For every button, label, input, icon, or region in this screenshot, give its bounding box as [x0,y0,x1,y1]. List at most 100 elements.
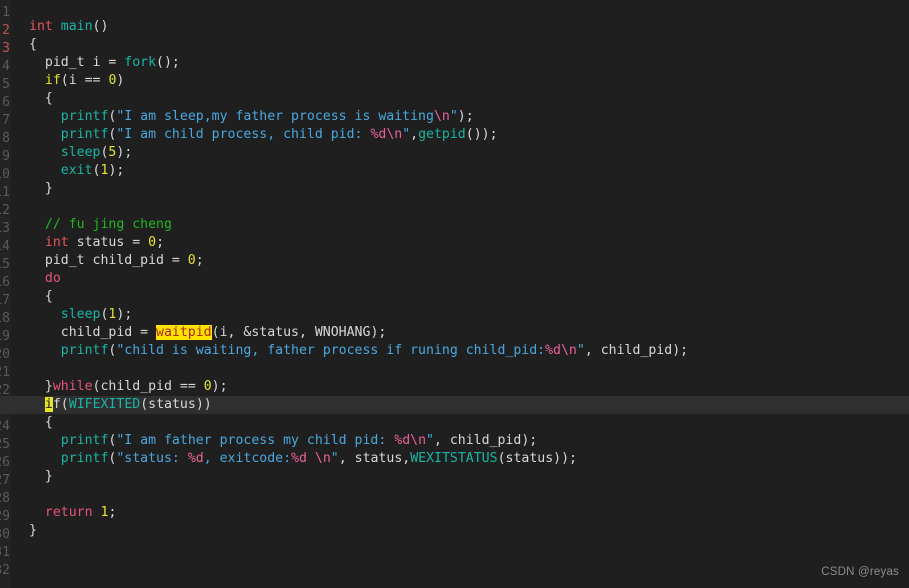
code-line[interactable]: pid_t child_pid = 0; [11,252,909,270]
code-line[interactable]: printf ("status: %d, exitcode:%d \n", sta… [11,450,909,468]
code-token: %d [187,451,204,466]
code-line[interactable]: { [11,414,909,432]
code-line[interactable] [11,198,909,216]
code-line-current[interactable]: if(WIFEXITED(status)) [0,396,909,414]
code-token: printf [60,109,109,124]
code-line[interactable]: int status = 0; [11,234,909,252]
code-line[interactable]: } [11,468,909,486]
code-token: pid_t i = [29,55,125,70]
code-line[interactable]: printf("I am sleep,my father process is … [11,108,909,126]
code-token: ); [116,307,133,322]
code-line[interactable]: sleep(5); [11,144,909,162]
code-token: 0 [187,253,196,268]
code-line[interactable]: printf("I am father process my child pid… [11,432,909,450]
code-token: " [402,127,411,142]
code-token: \n [433,109,450,124]
code-line[interactable]: // fu jing cheng [11,216,909,234]
watermark-label: CSDN @reyas [821,566,899,578]
code-token: ); [108,163,125,178]
code-line[interactable]: { [11,36,909,54]
line-number: 15 [0,257,10,272]
code-token: %d [291,451,307,466]
code-token: { [29,37,37,52]
line-number: 24 [0,419,10,434]
line-number: 3 [2,41,10,56]
code-token: %d\n [545,343,577,358]
code-token: 0 [203,379,212,394]
code-line[interactable]: } [11,522,909,540]
code-token: , [410,127,419,142]
code-line[interactable]: sleep(1); [11,306,909,324]
code-token: printf [60,127,109,142]
code-token: i == [68,73,109,88]
code-line[interactable] [11,486,909,504]
line-number: 5 [2,77,10,92]
code-token: child_pid [600,343,673,358]
code-token: " [330,451,339,466]
code-line[interactable]: do [11,270,909,288]
code-token: ( [60,73,69,88]
code-line[interactable]: printf("I am child process, child pid: %… [11,126,909,144]
code-text-area[interactable]: int main(){ pid_t i = fork(); if(i == 0)… [0,0,909,588]
code-token: ); [672,343,689,358]
search-highlight-token[interactable]: waitpid [156,325,212,340]
code-token: status = [68,235,149,250]
line-number: 7 [2,113,10,128]
code-line[interactable]: { [11,90,909,108]
code-token: " [449,109,458,124]
code-token: 0 [148,235,157,250]
code-line[interactable]: { [11,288,909,306]
code-token: ; [195,253,204,268]
code-editor[interactable]: 1234567891011121314151617181920212223242… [0,0,909,588]
line-number: 14 [0,239,10,254]
code-line[interactable]: } [11,180,909,198]
code-token: ); [370,325,387,340]
line-number: 16 [0,275,10,290]
code-line[interactable]: if(i == 0) [11,72,909,90]
line-number: 26 [0,455,10,470]
code-token: ( [60,397,69,412]
code-line[interactable] [11,360,909,378]
code-line[interactable]: pid_t i = fork(); [11,54,909,72]
line-number: 21 [0,365,10,380]
code-token: WIFEXITED [68,397,141,412]
line-number: 17 [0,293,10,308]
code-token: child_pid == [100,379,204,394]
code-line[interactable]: return 1; [11,504,909,522]
code-token: , [338,451,355,466]
code-line[interactable]: printf("child is waiting, father process… [11,342,909,360]
code-token: // fu jing cheng [44,217,172,232]
code-line[interactable]: exit(1); [11,162,909,180]
code-token: ; [108,505,117,520]
line-number: 2 [2,23,10,38]
code-token: child_pid [449,433,522,448]
code-token: printf [60,433,109,448]
code-line[interactable]: int main() [11,18,909,36]
code-token: } [29,523,37,538]
code-token: } [29,181,53,196]
code-line[interactable]: child_pid = waitpid(i, &status, WNOHANG)… [11,324,909,342]
line-number: 27 [0,473,10,488]
line-number: 11 [0,185,10,200]
code-token: "I am father process my child pid: [116,433,395,448]
code-token: %d\n [394,433,427,448]
code-line[interactable]: }while(child_pid == 0); [11,378,909,396]
code-token: int [29,19,53,34]
code-token: int [44,235,69,250]
line-number: 30 [0,527,10,542]
line-number: 6 [2,95,10,110]
code-token: ( [211,325,220,340]
code-token: "child is waiting, father process if run… [116,343,546,358]
code-line[interactable] [11,0,909,18]
